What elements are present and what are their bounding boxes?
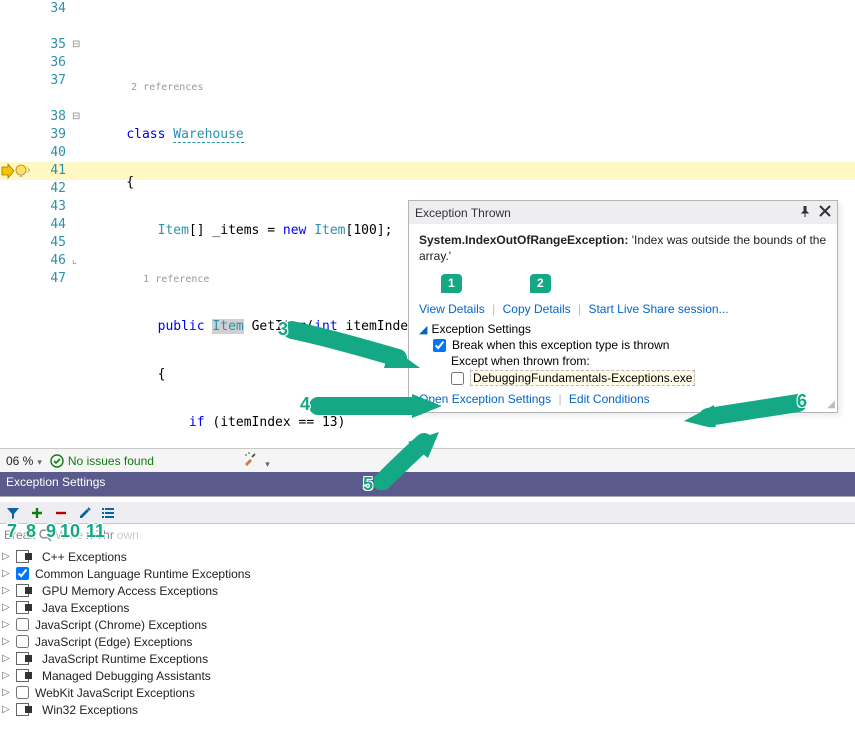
except-module-checkbox[interactable]	[451, 372, 464, 385]
category-label: Managed Debugging Assistants	[42, 669, 211, 683]
exception-settings-label: Exception Settings	[431, 322, 530, 336]
exception-thrown-popup: Exception Thrown System.IndexOutOfRangeE…	[408, 200, 838, 413]
expand-icon[interactable]: ▷	[2, 602, 14, 613]
break-when-thrown-label: Break when this exception type is thrown	[452, 338, 669, 352]
category-checkbox[interactable]	[16, 635, 29, 648]
category-label: WebKit JavaScript Exceptions	[35, 686, 195, 700]
zoom-level[interactable]: 06 %▾	[6, 454, 42, 468]
expand-icon[interactable]: ▷	[2, 619, 14, 630]
resize-grip-icon[interactable]: ◢	[827, 399, 835, 410]
arrow-6	[680, 393, 810, 427]
category-checkbox[interactable]	[16, 567, 29, 580]
annotation-6: 6	[797, 391, 807, 412]
exception-category-row[interactable]: ▷ JavaScript (Chrome) Exceptions	[0, 616, 855, 633]
exception-category-row[interactable]: ▷ JavaScript Runtime Exceptions	[0, 650, 855, 667]
annotation-3: 3	[278, 319, 288, 340]
arrow-4	[310, 392, 450, 422]
expand-icon[interactable]: ▷	[2, 636, 14, 647]
line-number-gutter: 34 35 36 37 38 39 40 41 42 43 44 45 46 4…	[40, 0, 66, 288]
category-checkbox[interactable]	[16, 686, 29, 699]
expand-icon[interactable]: ▷	[2, 568, 14, 579]
expand-icon[interactable]: ▷	[2, 585, 14, 596]
category-label: Java Exceptions	[42, 601, 129, 615]
lightbulb-icon[interactable]	[14, 163, 32, 181]
annotation-10: 10	[60, 521, 80, 542]
copy-details-link[interactable]: Copy Details	[503, 302, 571, 316]
annotation-4: 4	[300, 394, 310, 415]
expand-icon[interactable]: ▷	[2, 687, 14, 698]
exception-category-row[interactable]: ▷ Managed Debugging Assistants	[0, 667, 855, 684]
category-label: GPU Memory Access Exceptions	[42, 584, 218, 598]
exception-settings-search[interactable]: Break When Thrown	[0, 524, 855, 546]
add-icon[interactable]	[28, 504, 46, 522]
except-module-name: DebuggingFundamentals-Exceptions.exe	[470, 370, 695, 386]
exception-category-row[interactable]: ▷ C++ Exceptions	[0, 548, 855, 565]
expand-icon[interactable]: ▷	[2, 670, 14, 681]
health-indicator[interactable]: No issues found	[50, 454, 154, 468]
exception-category-row[interactable]: ▷ Common Language Runtime Exceptions	[0, 565, 855, 582]
expand-icon[interactable]: ▷	[2, 551, 14, 562]
arrow-3	[280, 318, 440, 378]
annotation-7: 7	[7, 521, 17, 542]
annotation-1: 1	[441, 274, 462, 293]
exception-categories-tree[interactable]: ▷ C++ Exceptions ▷ Common Language Runtime …	[0, 546, 855, 733]
popup-title: Exception Thrown	[415, 206, 793, 220]
filter-icon[interactable]	[4, 504, 22, 522]
arrow-5	[374, 430, 454, 490]
exception-message: System.IndexOutOfRangeException: 'Index …	[419, 232, 827, 264]
edit-conditions-link[interactable]: Edit Conditions	[569, 392, 650, 406]
category-checkbox[interactable]	[16, 618, 29, 631]
exception-category-row[interactable]: ▷ Win32 Exceptions	[0, 701, 855, 718]
live-share-link[interactable]: Start Live Share session...	[588, 302, 728, 316]
cleanup-icon[interactable]: ▾	[242, 451, 270, 470]
annotation-11: 11	[86, 521, 105, 542]
category-label: JavaScript (Edge) Exceptions	[35, 635, 192, 649]
close-icon[interactable]	[819, 206, 831, 220]
codelens-class[interactable]: 2 references	[131, 82, 203, 93]
annotation-2: 2	[530, 274, 551, 293]
exception-settings-toolbar	[0, 502, 855, 524]
expand-icon[interactable]: ▷	[2, 653, 14, 664]
expand-icon[interactable]: ▷	[2, 704, 14, 715]
pin-icon[interactable]	[799, 206, 813, 220]
category-label: Common Language Runtime Exceptions	[35, 567, 250, 581]
category-label: JavaScript Runtime Exceptions	[42, 652, 208, 666]
fold-margin[interactable]: ⊟ ⊟ ⌞	[72, 0, 86, 270]
edit-icon[interactable]	[76, 504, 94, 522]
codelens-method[interactable]: 1 reference	[143, 274, 209, 285]
exception-category-row[interactable]: ▷ JavaScript (Edge) Exceptions	[0, 633, 855, 650]
check-icon	[50, 454, 64, 468]
category-label: JavaScript (Chrome) Exceptions	[35, 618, 207, 632]
annotation-8: 8	[26, 521, 36, 542]
exception-category-row[interactable]: ▷ WebKit JavaScript Exceptions	[0, 684, 855, 701]
remove-icon[interactable]	[52, 504, 70, 522]
view-details-link[interactable]: View Details	[419, 302, 485, 316]
annotation-9: 9	[46, 521, 56, 542]
category-label: C++ Exceptions	[42, 550, 127, 564]
exception-category-row[interactable]: ▷ Java Exceptions	[0, 599, 855, 616]
except-when-label: Except when thrown from:	[451, 354, 827, 368]
restore-list-icon[interactable]	[100, 504, 118, 522]
exception-category-row[interactable]: ▷ GPU Memory Access Exceptions	[0, 582, 855, 599]
category-label: Win32 Exceptions	[42, 703, 138, 717]
annotation-5: 5	[363, 474, 373, 495]
